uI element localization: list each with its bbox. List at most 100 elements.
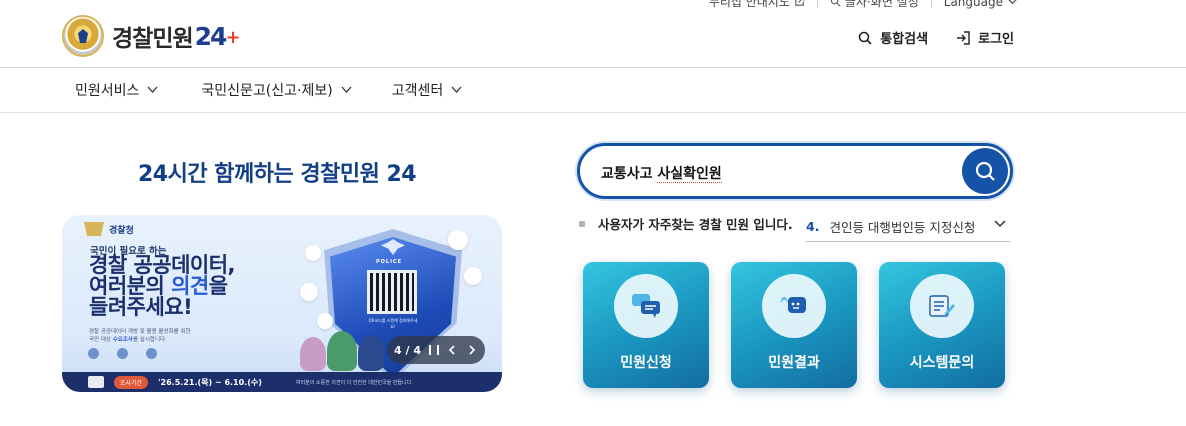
- chart-icon: [117, 348, 128, 359]
- nav-divider: [0, 112, 1186, 113]
- integrated-search-label: 통합검색: [880, 32, 929, 47]
- period-tag: 조사기간: [114, 375, 149, 389]
- banner-heading-line1: 경찰 공공데이터,: [89, 253, 236, 277]
- logo-number: 24+: [194, 21, 241, 51]
- document-edit-icon: [910, 274, 974, 338]
- card-label: 시스템문의: [909, 355, 975, 371]
- language-label: Language: [943, 0, 1003, 9]
- banner-note-highlight: 수요조사: [112, 337, 133, 343]
- banner-heading-line3: 들려주세요!: [89, 295, 193, 319]
- person-illustration: [358, 335, 384, 371]
- promo-banner[interactable]: 경찰청 국민이 필요로 하는 경찰 공공데이터, 여러분의 의견을 들려주세요!…: [62, 215, 502, 392]
- header-utilities: 통합검색 로그인: [858, 28, 1014, 47]
- document-edit-icon-svg: [929, 295, 955, 317]
- chevron-down-icon: [451, 86, 462, 93]
- bullet-icon: [579, 220, 585, 227]
- shield-label: POLICE: [376, 259, 403, 265]
- search-icon: [975, 161, 995, 181]
- display-settings-link[interactable]: 글자·화면 설정: [830, 0, 919, 10]
- cctv-icon: [448, 230, 468, 250]
- qr-code-icon: [367, 270, 417, 314]
- civil-search-box[interactable]: 교통사고 사실확인원: [577, 143, 1013, 199]
- display-settings-label: 글자·화면 설정: [844, 0, 919, 9]
- banner-footer: 조사기간 '26.5.21.(목) ~ 6.10.(수) 여러분의 소중한 의견…: [62, 372, 502, 392]
- next-slide-button[interactable]: [465, 343, 479, 357]
- divider: [930, 0, 932, 8]
- card-system-inquiry[interactable]: 시스템문의: [879, 262, 1005, 388]
- banner-org-label: 경찰청: [109, 225, 134, 236]
- banner-heading: 경찰 공공데이터, 여러분의 의견을 들려주세요!: [89, 253, 236, 319]
- banner-feature: [146, 348, 157, 359]
- document-icon: [317, 313, 333, 329]
- nav-label: 국민신문고(신고·제보): [201, 83, 333, 99]
- banner-feature: [88, 348, 99, 359]
- nav-item-customer-center[interactable]: 고객센터: [392, 80, 463, 100]
- chevron-left-icon: [448, 345, 455, 355]
- logo-plus-mark: +: [225, 26, 240, 48]
- chevron-down-icon: [994, 220, 1006, 228]
- hero-title: 24시간 함께하는 경찰민원 24: [138, 162, 417, 187]
- banner-note: 경찰 공공데이터 개방 및 활용 활성화를 위한 국민 대상 수요조사를 실시합…: [89, 328, 191, 344]
- magnifier-text-icon: [830, 0, 841, 7]
- chat-bubbles-icon: [614, 274, 678, 338]
- banner-footer-message: 여러분의 소중한 의견이 더 안전한 대한민국을 만듭니다.: [295, 379, 413, 386]
- banner-note-text: 를 실시합니다.: [133, 337, 167, 343]
- search-submit-button[interactable]: [962, 148, 1008, 194]
- card-civil-apply[interactable]: 민원신청: [583, 262, 709, 388]
- pause-icon[interactable]: [428, 345, 439, 355]
- result-bubble-icon-svg: [780, 296, 806, 313]
- person-illustration: [327, 331, 357, 371]
- logo-text: 경찰민원: [112, 26, 194, 52]
- sitemap-link[interactable]: 누리집 안내지도: [709, 0, 805, 10]
- popular-requests: 사용자가 자주찾는 경찰 민원 입니다. 4. 견인등 대행법인등 지정신청: [579, 214, 1010, 242]
- banner-note-line2: 국민 대상 수요조사를 실시합니다.: [89, 336, 191, 344]
- chevron-down-icon: [1008, 0, 1017, 5]
- logo-number-text: 24: [194, 21, 228, 51]
- people-icon: [146, 348, 157, 359]
- chevron-down-icon: [341, 86, 352, 93]
- quick-menu: 민원신청 민원결과 시스템문의: [583, 262, 1005, 388]
- chevron-right-icon: [469, 345, 476, 355]
- banner-org: 경찰청: [84, 222, 134, 236]
- nav-label: 민원서비스: [75, 83, 140, 99]
- popular-dropdown[interactable]: 4. 견인등 대행법인등 지정신청: [806, 212, 1010, 242]
- nav-item-report[interactable]: 국민신문고(신고·제보): [201, 80, 352, 100]
- main-nav: 민원서비스 국민신문고(신고·제보) 고객센터: [75, 80, 510, 100]
- integrated-search-button[interactable]: 통합검색: [858, 28, 928, 47]
- site-logo[interactable]: 경찰민원 24+: [62, 15, 241, 57]
- banner-feature: [117, 348, 128, 359]
- popular-rank: 4.: [806, 219, 820, 234]
- search-query-text: 교통사고: [601, 166, 658, 182]
- sitemap-label: 누리집 안내지도: [708, 0, 790, 9]
- police-emblem-icon: [84, 222, 104, 236]
- search-input[interactable]: 교통사고 사실확인원: [601, 163, 722, 183]
- banner-feature-icons: [88, 348, 157, 359]
- qr-caption: QR코드를 스캔해 참여해주세요!: [368, 318, 418, 329]
- nav-label: 고객센터: [391, 83, 444, 99]
- login-button[interactable]: 로그인: [956, 28, 1014, 47]
- card-label: 민원신청: [620, 355, 672, 371]
- carousel-page-indicator: 4 / 4: [394, 343, 421, 357]
- banner-note-line1: 경찰 공공데이터 개방 및 활용 활성화를 위한: [89, 329, 191, 335]
- card-civil-result[interactable]: 민원결과: [731, 262, 857, 388]
- divider: [816, 0, 818, 8]
- search-query-text: 사실확인원: [657, 166, 722, 183]
- language-select[interactable]: Language: [944, 0, 1018, 9]
- calendar-icon: [88, 376, 104, 388]
- bar-chart-icon: [464, 267, 482, 285]
- police-emblem-icon: [62, 15, 104, 57]
- result-bubble-icon: [762, 274, 826, 338]
- banner-note-text: 국민 대상: [89, 337, 113, 343]
- chevron-down-icon: [147, 86, 158, 93]
- popular-label: 사용자가 자주찾는 경찰 민원 입니다.: [598, 217, 793, 232]
- prev-slide-button[interactable]: [445, 343, 459, 357]
- survey-period: '26.5.21.(목) ~ 6.10.(수): [158, 377, 262, 387]
- login-label: 로그인: [978, 32, 1014, 47]
- nav-item-civil-service[interactable]: 민원서비스: [75, 80, 158, 100]
- login-icon: [957, 30, 970, 45]
- carousel-controls: 4 / 4: [387, 336, 485, 364]
- banner-heading-line2: 여러분의 의견을: [89, 276, 235, 297]
- popular-item[interactable]: 견인등 대행법인등 지정신청: [829, 217, 975, 236]
- top-utility-bar: 누리집 안내지도 글자·화면 설정 Language: [709, 0, 1018, 10]
- banner-heading-text: 을: [208, 274, 228, 298]
